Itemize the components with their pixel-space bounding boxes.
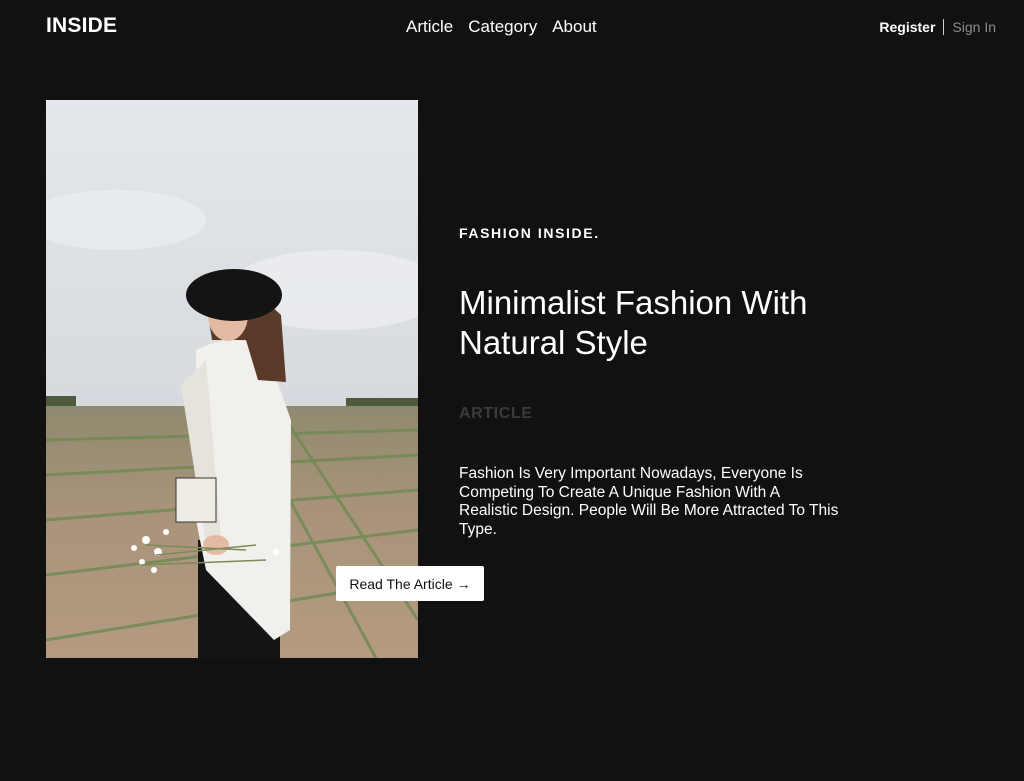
read-article-button[interactable]: Read The Article →: [336, 566, 484, 601]
brand-logo[interactable]: INSIDE: [46, 14, 117, 38]
page: INSIDE Article Category About Register S…: [0, 0, 1024, 781]
sign-in-link[interactable]: Sign In: [952, 19, 996, 35]
register-link[interactable]: Register: [879, 19, 935, 35]
nav-category[interactable]: Category: [468, 17, 537, 37]
nav-about[interactable]: About: [552, 17, 596, 37]
hero-kicker: FASHION INSIDE.: [459, 225, 600, 241]
hero-description: Fashion Is Very Important Nowadays, Ever…: [459, 465, 839, 538]
read-article-label: Read The Article: [349, 575, 453, 592]
arrow-right-icon: →: [456, 575, 471, 592]
nav-article[interactable]: Article: [406, 17, 453, 37]
main-nav: Article Category About: [406, 17, 597, 37]
auth-links: Register Sign In: [879, 19, 996, 35]
hero-category: ARTICLE: [459, 405, 533, 422]
auth-divider: [943, 19, 945, 35]
hero-title: Minimalist Fashion With Natural Style: [459, 284, 808, 361]
